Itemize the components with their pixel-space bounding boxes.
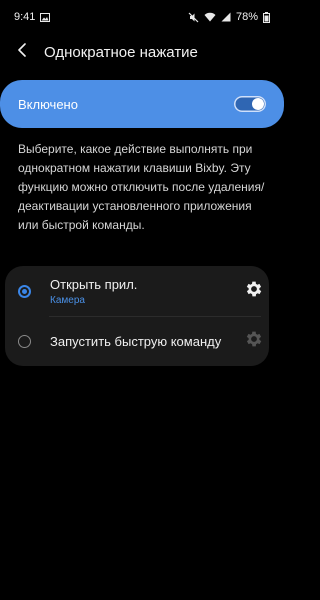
option-run-quick-command[interactable]: Запустить быструю команду xyxy=(5,318,269,364)
option-quick-command-title: Запустить быструю команду xyxy=(50,333,222,349)
app-header: Однократное нажатие xyxy=(0,34,284,70)
back-arrow-icon xyxy=(17,42,27,62)
status-bar: 9:41 78% xyxy=(0,0,284,34)
wifi-icon xyxy=(204,12,216,22)
options-card: Открыть прил. Камера Запустить быструю к… xyxy=(5,266,269,366)
status-left: 9:41 xyxy=(14,11,51,23)
option-open-app[interactable]: Открыть прил. Камера xyxy=(5,266,269,316)
status-time: 9:41 xyxy=(14,11,36,23)
description-text: Выберите, какое действие выполнять при о… xyxy=(18,142,265,232)
switch-knob xyxy=(252,98,264,110)
radio-run-quick-command[interactable] xyxy=(18,334,31,348)
gallery-notification-icon xyxy=(40,12,51,22)
gear-icon xyxy=(244,279,264,304)
option-open-app-text: Открыть прил. Камера xyxy=(50,277,137,306)
battery-icon xyxy=(263,11,270,23)
toggle-label: Включено xyxy=(18,96,78,112)
gear-icon-disabled xyxy=(244,329,264,354)
option-quick-command-text: Запустить быструю команду xyxy=(50,334,221,349)
page-title: Однократное нажатие xyxy=(44,43,198,61)
options-divider xyxy=(49,316,261,317)
battery-percent: 78% xyxy=(235,11,258,23)
quick-command-settings-button xyxy=(243,330,265,352)
status-right: 78% xyxy=(188,11,270,23)
radio-open-app[interactable] xyxy=(18,284,31,298)
master-switch[interactable] xyxy=(234,96,266,112)
mute-icon xyxy=(188,12,199,23)
option-open-app-title: Открыть прил. xyxy=(50,276,138,292)
option-open-app-subtitle: Камера xyxy=(50,294,85,306)
back-button[interactable] xyxy=(0,34,44,70)
signal-icon xyxy=(221,12,231,22)
open-app-settings-button[interactable] xyxy=(243,280,265,302)
master-toggle-row[interactable]: Включено xyxy=(0,80,284,128)
